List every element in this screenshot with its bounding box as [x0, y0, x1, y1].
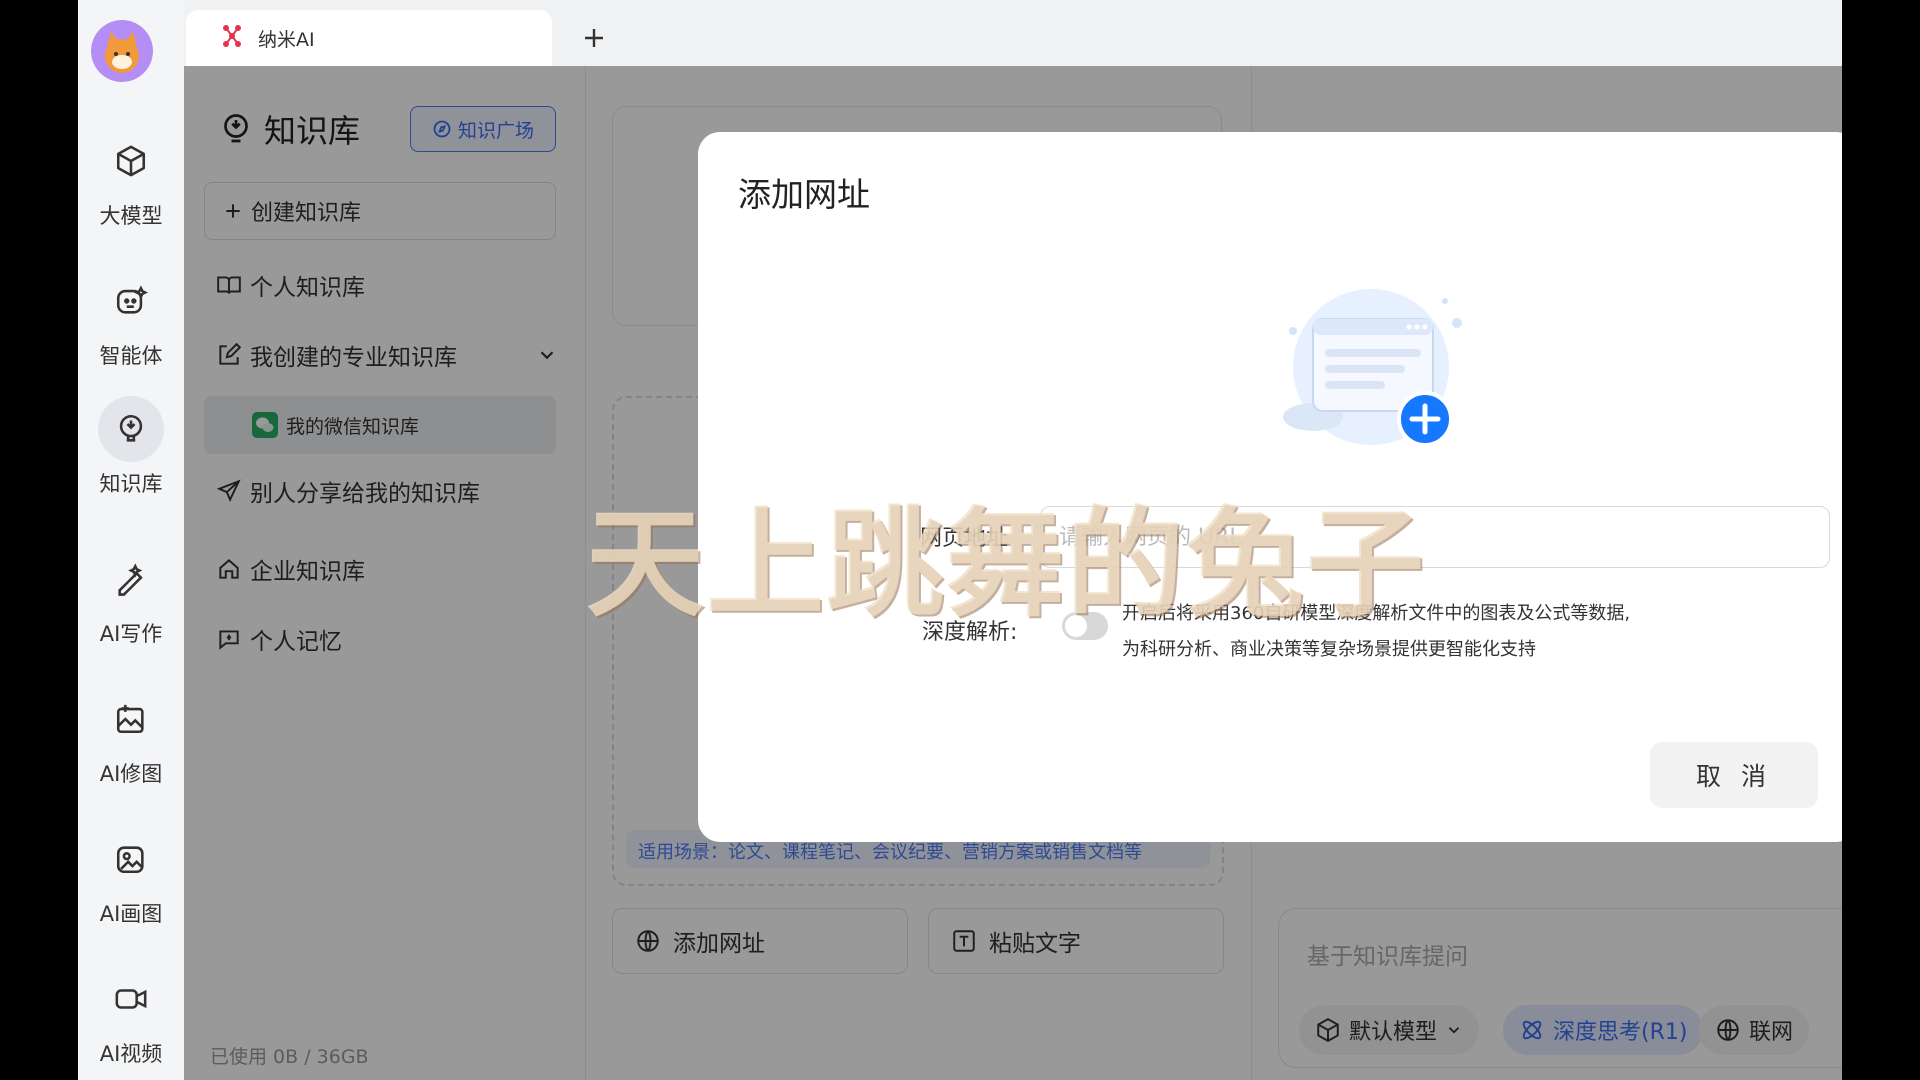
- video-watermark: 天上跳舞的兔子: [586, 494, 1427, 633]
- rail-item-retouch[interactable]: AI修图: [78, 686, 184, 796]
- agent-icon: [98, 268, 164, 334]
- rail-item-models[interactable]: 大模型: [78, 128, 184, 238]
- rail-label: AI画图: [99, 902, 163, 926]
- image-edit-icon: [98, 686, 164, 752]
- cube-icon: [98, 128, 164, 194]
- video-icon: [98, 966, 164, 1032]
- pen-icon: [98, 546, 164, 612]
- left-rail: 大模型 智能体 知识库 AI写作 AI修图 AI画图 AI视频: [78, 0, 184, 1080]
- plus-icon: [585, 29, 603, 47]
- rail-item-video[interactable]: AI视频: [78, 966, 184, 1076]
- cancel-button[interactable]: 取 消: [1650, 742, 1818, 808]
- rail-item-writing[interactable]: AI写作: [78, 546, 184, 656]
- tab-bar: 纳米AI: [184, 0, 1842, 66]
- tab-title: 纳米AI: [258, 28, 315, 51]
- tab-nami-ai[interactable]: 纳米AI: [186, 10, 552, 66]
- rail-label: 智能体: [99, 344, 163, 368]
- avatar[interactable]: [91, 20, 153, 82]
- rail-item-agents[interactable]: 智能体: [78, 268, 184, 378]
- image-draw-icon: [98, 826, 164, 892]
- rail-item-drawing[interactable]: AI画图: [78, 826, 184, 936]
- rail-label: AI写作: [99, 622, 163, 646]
- app-window: 大模型 智能体 知识库 AI写作 AI修图 AI画图 AI视频 纳米AI 知识库…: [78, 0, 1842, 1080]
- dialog-title: 添加网址: [738, 175, 870, 214]
- rail-label: 知识库: [99, 472, 163, 496]
- rail-label: AI修图: [99, 762, 163, 786]
- rail-label: 大模型: [99, 204, 163, 228]
- new-tab-button[interactable]: [574, 18, 614, 58]
- web-page-illustration: [1273, 287, 1473, 457]
- rail-item-knowledge[interactable]: 知识库: [78, 396, 184, 506]
- nami-logo-icon: [218, 22, 246, 54]
- rail-label: AI视频: [99, 1042, 163, 1066]
- bulb-icon: [98, 396, 164, 462]
